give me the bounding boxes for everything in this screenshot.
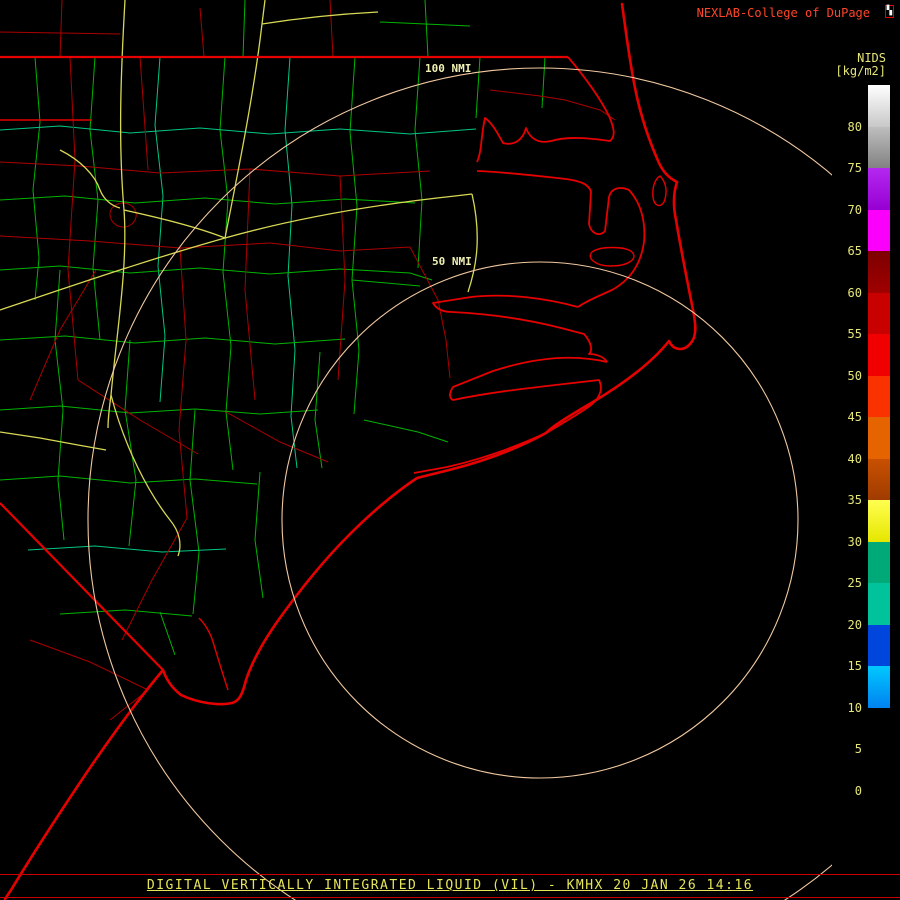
county-boundary-lines — [0, 0, 546, 656]
caption-divider-top — [0, 874, 900, 875]
product-caption: DIGITAL VERTICALLY INTEGRATED LIQUID (VI… — [146, 878, 754, 893]
colorbar-tick-label: 65 — [847, 244, 862, 258]
colorbar-units-block: NIDS [kg/m2] — [835, 52, 886, 78]
colorbar-tick-label: 75 — [847, 161, 862, 175]
radar-display: 100 NMI 50 NMI NEXLAB-College of DuPage … — [0, 0, 900, 900]
site-title: NEXLAB-College of DuPage — [696, 6, 870, 20]
colorbar-tick-label: 60 — [847, 285, 862, 300]
colorbar-tick-label: 55 — [847, 327, 862, 341]
range-ring-label-50nmi: 50 NMI — [432, 255, 472, 268]
colorbar-band: 25 — [848, 541, 890, 590]
state-border-lines — [0, 55, 568, 671]
colorbar-tick-label: 0 — [854, 783, 862, 798]
radar-map-canvas — [0, 0, 900, 900]
colorbar-tick-label: 30 — [847, 534, 862, 549]
colorbar-band: 40 — [848, 417, 890, 466]
colorbar: 80 75 70 65 60 55 50 45 40 35 30 25 20 15 10 5 0 — [848, 85, 890, 798]
colorbar-tick-label: 35 — [847, 493, 862, 507]
colorbar-band: 60 — [848, 251, 890, 300]
colorbar-tick-label: 70 — [847, 202, 862, 217]
colorbar-band: 0 — [855, 749, 890, 798]
colorbar-band: 45 — [848, 375, 890, 424]
colorbar-band: 75 — [848, 126, 890, 175]
colorbar-band: 5 — [855, 707, 890, 756]
colorbar-band: 65 — [848, 209, 890, 258]
colorbar-band: 55 — [848, 292, 890, 341]
colorbar-tick-label: 50 — [847, 368, 862, 383]
cod-logo-icon: ▚ — [884, 5, 894, 18]
colorbar-band: 70 — [848, 168, 890, 217]
colorbar-band: 50 — [848, 334, 890, 383]
colorbar-tick-label: 5 — [854, 742, 862, 756]
colorbar-tick-label: 25 — [847, 576, 862, 590]
colorbar-tick-label: 45 — [847, 410, 862, 424]
colorbar-band: 20 — [848, 583, 890, 632]
range-rings — [87, 67, 900, 900]
sound-shorelines — [198, 56, 667, 691]
colorbar-tick-label: 10 — [847, 700, 862, 715]
colorbar-tick-label: 15 — [847, 659, 862, 673]
caption-divider-bottom — [0, 897, 900, 898]
colorbar-band: 30 — [848, 500, 890, 549]
colorbar-band: 10 — [848, 666, 890, 715]
colorbar-tick-label: 40 — [847, 451, 862, 466]
colorbar-units: [kg/m2] — [835, 64, 886, 78]
colorbar-band: 15 — [848, 624, 890, 673]
colorbar-tick-label: 20 — [847, 617, 862, 632]
colorbar-band: 35 — [848, 458, 890, 507]
colorbar-tick-label: 80 — [847, 119, 862, 134]
colorbar-band: 80 — [848, 85, 890, 134]
range-ring-label-100nmi: 100 NMI — [425, 62, 472, 75]
